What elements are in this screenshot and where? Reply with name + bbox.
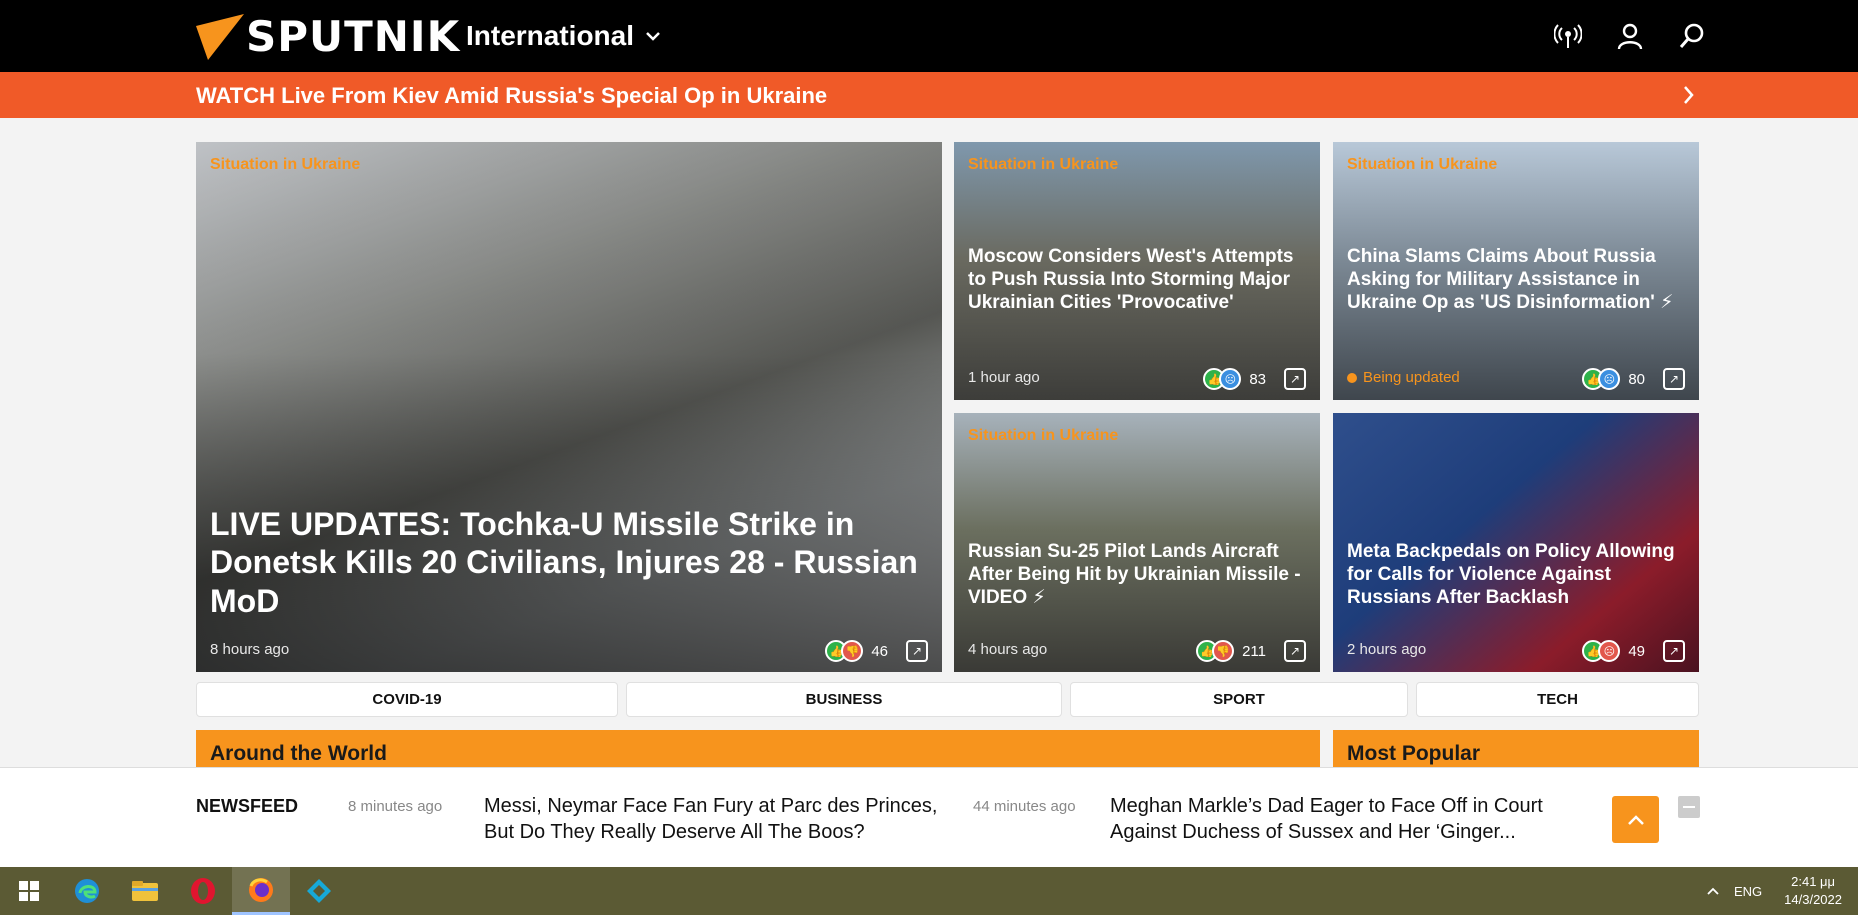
- card-title[interactable]: Moscow Considers West's Attempts to Push…: [968, 246, 1306, 314]
- card-time: 2 hours ago: [1347, 641, 1427, 658]
- story-card[interactable]: Meta Backpedals on Policy Allowing for C…: [1333, 413, 1699, 672]
- minimize-newsfeed-button[interactable]: [1678, 796, 1700, 818]
- story-card[interactable]: Situation in Ukraine Moscow Considers We…: [954, 142, 1320, 400]
- brand-name: SPUTNIK: [246, 12, 461, 61]
- chevron-up-icon: [1627, 814, 1644, 825]
- clock-time: 2:41 μμ: [1791, 873, 1836, 889]
- thumbs-down-icon: 👎: [841, 640, 864, 662]
- broadcast-icon[interactable]: [1554, 22, 1582, 50]
- tab-business[interactable]: BUSINESS: [626, 682, 1062, 717]
- tab-sport[interactable]: SPORT: [1070, 682, 1408, 717]
- card-time: 4 hours ago: [968, 641, 1048, 658]
- card-title[interactable]: LIVE UPDATES: Tochka-U Missile Strike in…: [210, 505, 928, 620]
- search-icon[interactable]: [1678, 22, 1706, 50]
- card-time: 8 hours ago: [210, 641, 290, 658]
- windows-taskbar: ENG 2:41 μμ 14/3/2022: [0, 867, 1858, 915]
- sad-face-icon: ☹: [1598, 368, 1621, 390]
- reaction-count: 80: [1628, 370, 1645, 388]
- banner-text: WATCH Live From Kiev Amid Russia's Speci…: [196, 83, 828, 108]
- thumbs-down-icon: 👎: [1212, 640, 1235, 662]
- file-explorer-icon[interactable]: [116, 867, 174, 915]
- scroll-to-top-button[interactable]: [1612, 796, 1659, 843]
- chevron-down-icon: [646, 32, 660, 41]
- reactions[interactable]: 👍 ☹: [1203, 368, 1242, 390]
- reaction-count: 49: [1628, 642, 1645, 660]
- site-header: SPUTNIK International: [0, 0, 1858, 72]
- newsfeed-time: 44 minutes ago: [973, 798, 1076, 815]
- chevron-up-icon[interactable]: [1706, 886, 1720, 896]
- reaction-count: 83: [1249, 370, 1266, 388]
- lead-story-card[interactable]: Situation in Ukraine LIVE UPDATES: Tochk…: [196, 142, 942, 672]
- language-indicator[interactable]: ENG: [1734, 884, 1762, 899]
- reactions[interactable]: 👍 ☹: [1582, 640, 1621, 662]
- card-category[interactable]: Situation in Ukraine: [968, 156, 1118, 174]
- status-badge: Being updated: [1347, 369, 1460, 386]
- reaction-count: 46: [871, 642, 888, 660]
- card-category[interactable]: Situation in Ukraine: [210, 156, 360, 174]
- section-title[interactable]: Most Popular: [1347, 742, 1480, 766]
- sputnik-logo-icon: [196, 13, 244, 60]
- newsfeed-headline[interactable]: Messi, Neymar Face Fan Fury at Parc des …: [484, 794, 964, 845]
- section-header-around-world: Around the World: [196, 730, 1320, 768]
- share-icon[interactable]: ↗: [1284, 640, 1306, 662]
- section-header-most-popular: Most Popular: [1333, 730, 1699, 768]
- newsfeed-time: 8 minutes ago: [348, 798, 443, 815]
- share-icon[interactable]: ↗: [1284, 368, 1306, 390]
- minus-icon: [1683, 806, 1695, 808]
- status-text: Being updated: [1363, 369, 1460, 386]
- story-card[interactable]: Situation in Ukraine China Slams Claims …: [1333, 142, 1699, 400]
- reactions[interactable]: 👍 👎: [825, 640, 864, 662]
- clock-date: 14/3/2022: [1784, 892, 1842, 907]
- kodi-icon[interactable]: [290, 867, 348, 915]
- windows-start-icon[interactable]: [0, 867, 58, 915]
- live-banner[interactable]: WATCH Live From Kiev Amid Russia's Speci…: [0, 72, 1858, 118]
- reactions[interactable]: 👍 👎: [1196, 640, 1235, 662]
- share-icon[interactable]: ↗: [906, 640, 928, 662]
- newsfeed-bar: NEWSFEED 8 minutes ago Messi, Neymar Fac…: [0, 767, 1858, 867]
- edition-selector[interactable]: International: [466, 20, 660, 52]
- share-icon[interactable]: ↗: [1663, 640, 1685, 662]
- reactions[interactable]: 👍 ☹: [1582, 368, 1621, 390]
- firefox-icon[interactable]: [232, 867, 290, 915]
- card-category[interactable]: Situation in Ukraine: [968, 427, 1118, 445]
- newsfeed-headline[interactable]: Meghan Markle’s Dad Eager to Face Off in…: [1110, 794, 1580, 845]
- newsfeed-label: NEWSFEED: [196, 796, 299, 816]
- edge-icon[interactable]: [58, 867, 116, 915]
- status-dot-icon: [1347, 372, 1357, 383]
- card-time: 1 hour ago: [968, 369, 1040, 386]
- user-icon[interactable]: [1616, 22, 1644, 50]
- reaction-count: 211: [1242, 642, 1266, 660]
- card-title[interactable]: Meta Backpedals on Policy Allowing for C…: [1347, 541, 1685, 609]
- story-card[interactable]: Situation in Ukraine Russian Su-25 Pilot…: [954, 413, 1320, 672]
- edition-label: International: [466, 20, 635, 51]
- sputnik-logo[interactable]: SPUTNIK: [196, 12, 460, 61]
- card-title[interactable]: Russian Su-25 Pilot Lands Aircraft After…: [968, 541, 1306, 609]
- share-icon[interactable]: ↗: [1663, 368, 1685, 390]
- card-title[interactable]: China Slams Claims About Russia Asking f…: [1347, 246, 1685, 314]
- opera-icon[interactable]: [174, 867, 232, 915]
- sad-face-icon: ☹: [1219, 368, 1242, 390]
- card-category[interactable]: Situation in Ukraine: [1347, 156, 1497, 174]
- system-clock[interactable]: 2:41 μμ 14/3/2022: [1768, 873, 1858, 909]
- tab-covid-19[interactable]: COVID-19: [196, 682, 618, 717]
- tab-tech[interactable]: TECH: [1416, 682, 1699, 717]
- angry-face-icon: ☹: [1598, 640, 1621, 662]
- section-title[interactable]: Around the World: [210, 742, 387, 766]
- chevron-right-icon: [1684, 86, 1694, 104]
